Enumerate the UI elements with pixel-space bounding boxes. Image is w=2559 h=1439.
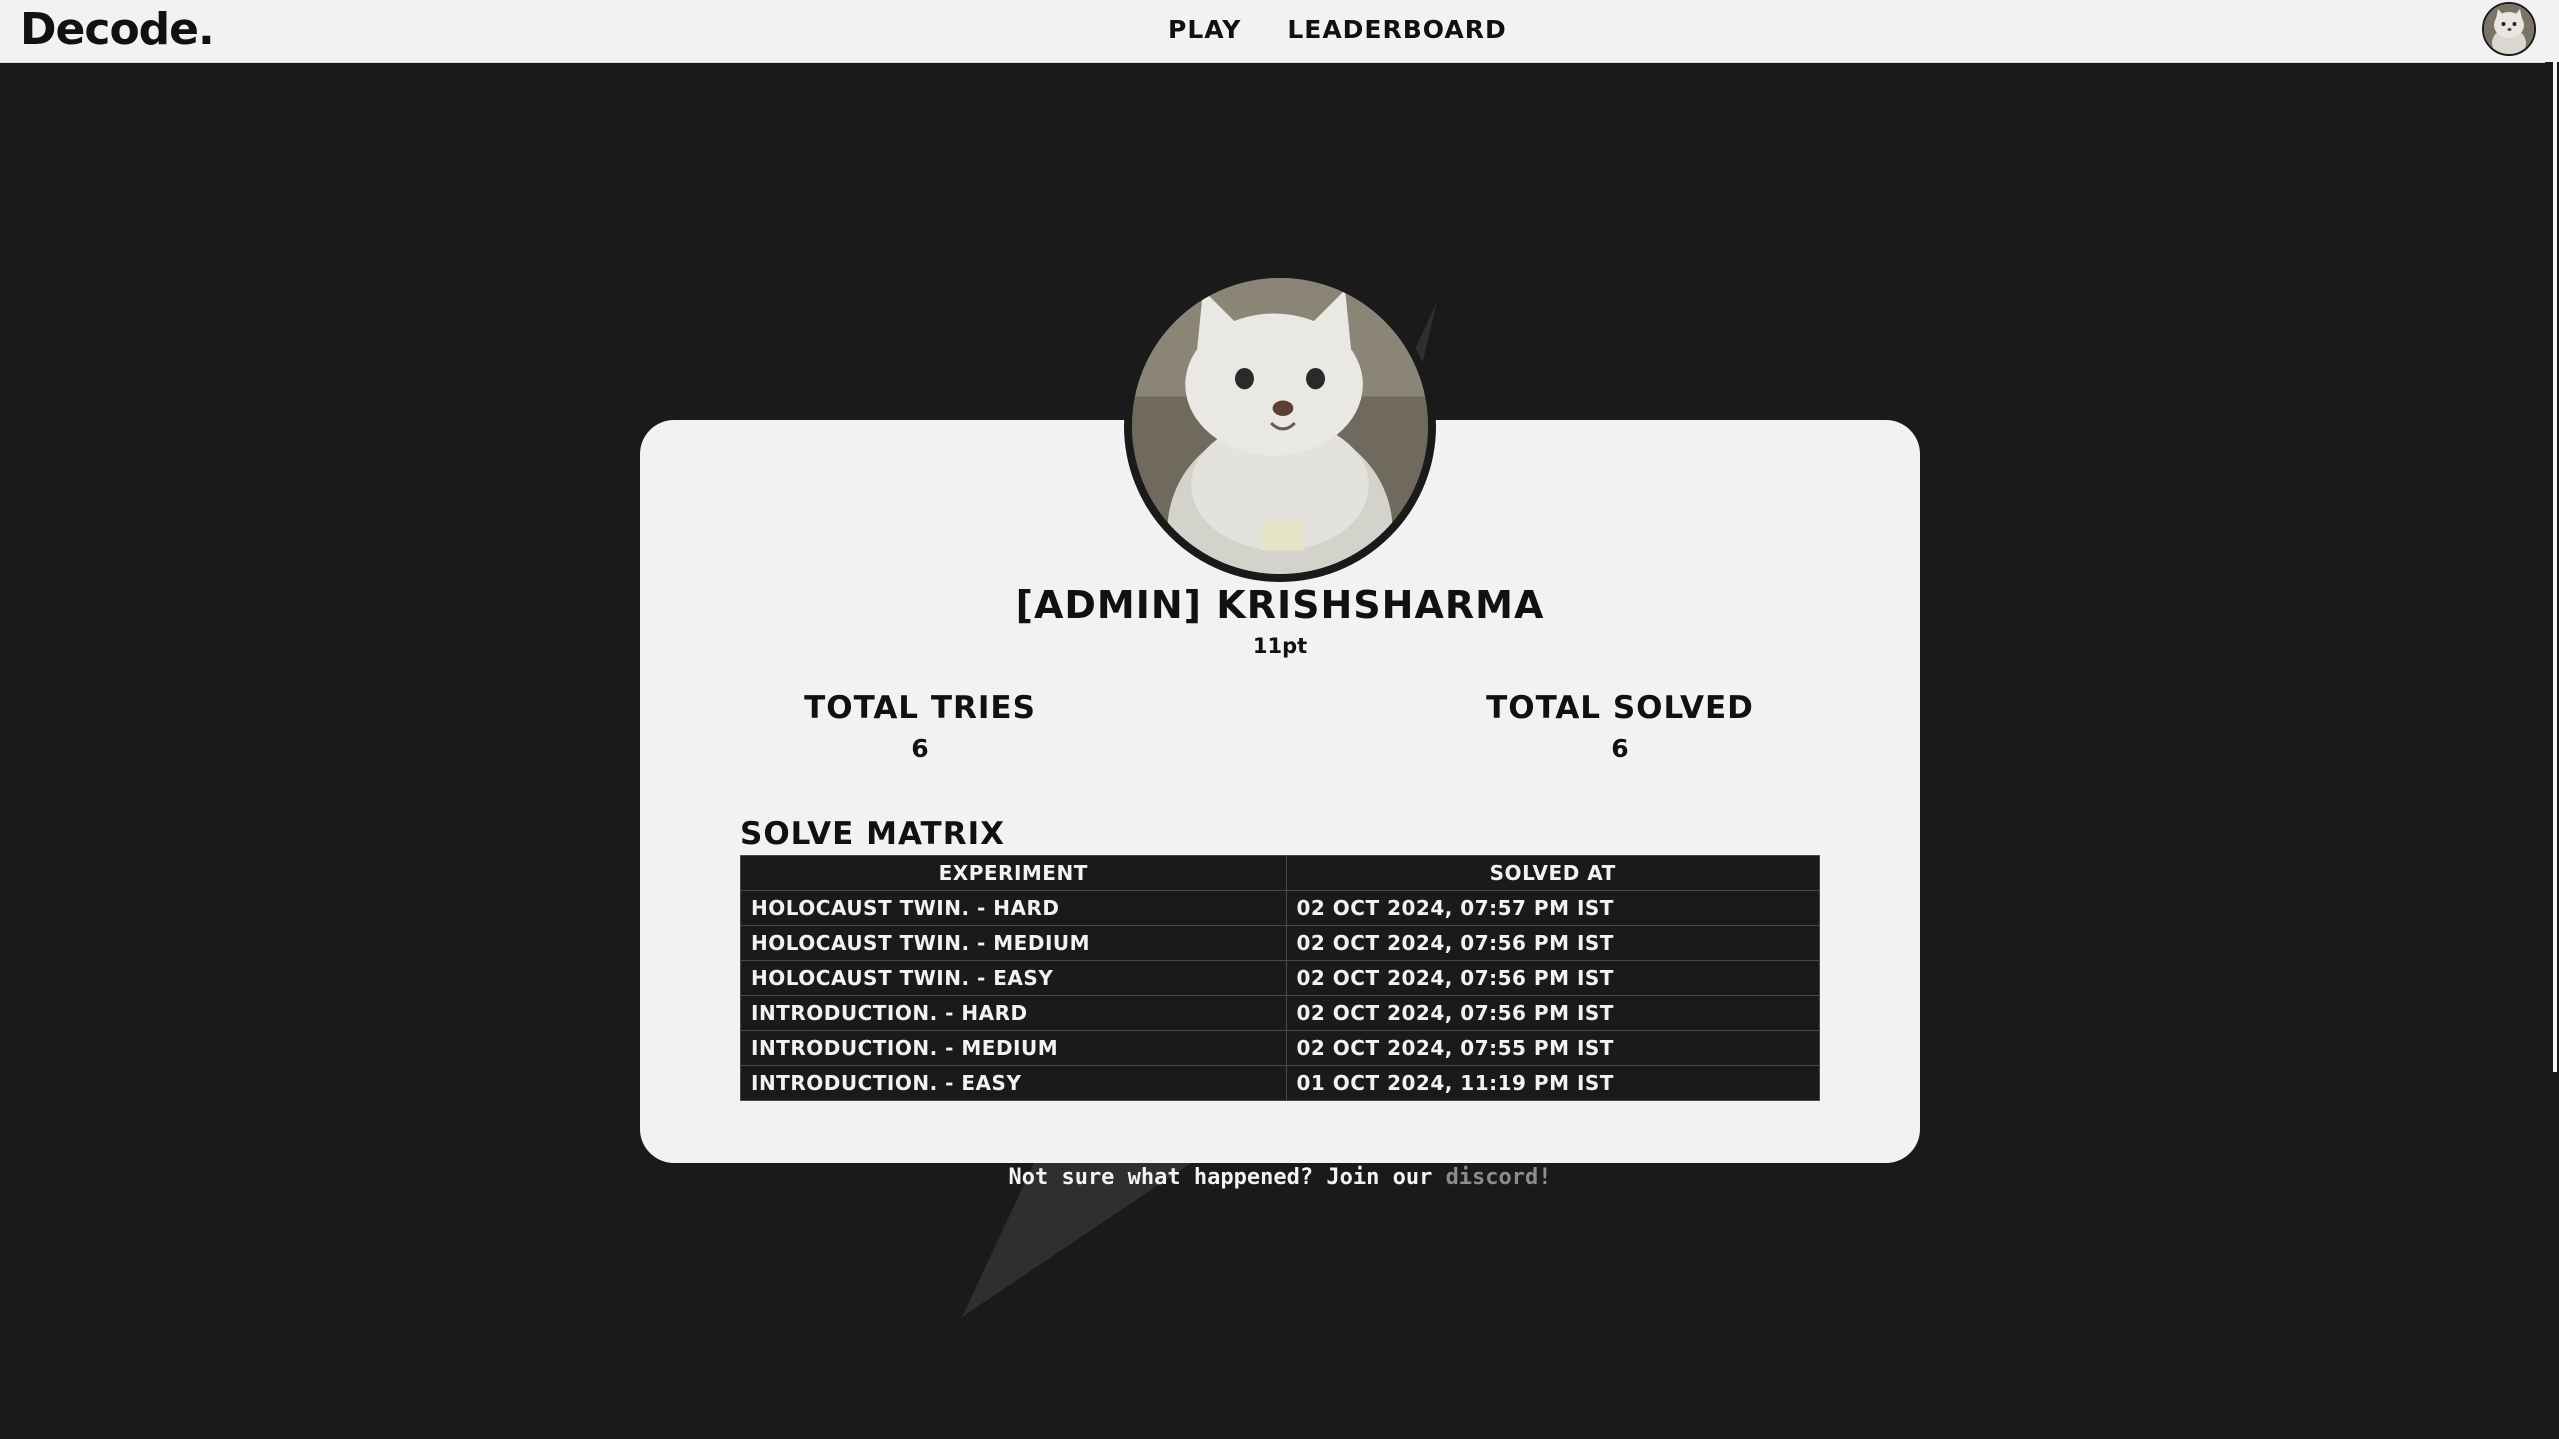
nav-leaderboard-link[interactable]: LEADERBOARD — [1287, 15, 1506, 44]
logo[interactable]: Decode. — [20, 4, 215, 55]
discord-link[interactable]: discord! — [1446, 1165, 1552, 1190]
experiment-cell: INTRODUCTION. - MEDIUM — [740, 1030, 1287, 1066]
solve-matrix-title: SOLVE MATRIX — [740, 816, 1006, 852]
total-solved-label: TOTAL SOLVED — [1486, 690, 1754, 726]
table-header-row: EXPERIMENT SOLVED AT — [740, 855, 1820, 891]
solved-at-cell: 02 OCT 2024, 07:56 PM IST — [1285, 960, 1820, 996]
total-tries-value: 6 — [911, 734, 929, 763]
profile-username: [ADMIN] KRISHSHARMA — [1015, 583, 1545, 627]
profile-points: 11pt — [1252, 634, 1308, 658]
column-header-solved-at: SOLVED AT — [1285, 855, 1820, 891]
experiment-cell: HOLOCAUST TWIN. - EASY — [740, 960, 1287, 996]
total-solved-value: 6 — [1611, 734, 1629, 763]
total-tries-stat: TOTAL TRIES 6 — [760, 690, 1080, 763]
table-row: HOLOCAUST TWIN. - HARD 02 OCT 2024, 07:5… — [740, 890, 1820, 926]
scrollbar[interactable] — [2545, 62, 2559, 1439]
experiment-cell: HOLOCAUST TWIN. - HARD — [740, 890, 1287, 926]
cat-avatar-icon[interactable] — [2482, 2, 2536, 56]
nav-links: PLAY LEADERBOARD — [1168, 15, 1507, 44]
solve-matrix-table: EXPERIMENT SOLVED AT HOLOCAUST TWIN. - H… — [740, 855, 1820, 1101]
table-row: INTRODUCTION. - MEDIUM 02 OCT 2024, 07:5… — [740, 1030, 1820, 1066]
cat-avatar-icon — [1124, 270, 1436, 582]
table-row: INTRODUCTION. - HARD 02 OCT 2024, 07:56 … — [740, 995, 1820, 1031]
total-solved-stat: TOTAL SOLVED 6 — [1460, 690, 1780, 763]
solved-at-cell: 01 OCT 2024, 11:19 PM IST — [1285, 1065, 1820, 1101]
footer-text: Not sure what happened? Join our — [1008, 1165, 1446, 1190]
solved-at-cell: 02 OCT 2024, 07:56 PM IST — [1285, 995, 1820, 1031]
table-row: HOLOCAUST TWIN. - MEDIUM 02 OCT 2024, 07… — [740, 925, 1820, 961]
table-row: INTRODUCTION. - EASY 01 OCT 2024, 11:19 … — [740, 1065, 1820, 1101]
experiment-cell: HOLOCAUST TWIN. - MEDIUM — [740, 925, 1287, 961]
table-row: HOLOCAUST TWIN. - EASY 02 OCT 2024, 07:5… — [740, 960, 1820, 996]
experiment-cell: INTRODUCTION. - EASY — [740, 1065, 1287, 1101]
nav-play-link[interactable]: PLAY — [1168, 15, 1241, 44]
total-tries-label: TOTAL TRIES — [804, 690, 1036, 726]
experiment-cell: INTRODUCTION. - HARD — [740, 995, 1287, 1031]
column-header-experiment: EXPERIMENT — [740, 855, 1287, 891]
solved-at-cell: 02 OCT 2024, 07:55 PM IST — [1285, 1030, 1820, 1066]
footer-note: Not sure what happened? Join our discord… — [640, 1165, 1920, 1190]
solved-at-cell: 02 OCT 2024, 07:56 PM IST — [1285, 925, 1820, 961]
solved-at-cell: 02 OCT 2024, 07:57 PM IST — [1285, 890, 1820, 926]
navbar: Decode. PLAY LEADERBOARD — [0, 0, 2559, 63]
scrollbar-thumb[interactable] — [2553, 62, 2557, 1072]
